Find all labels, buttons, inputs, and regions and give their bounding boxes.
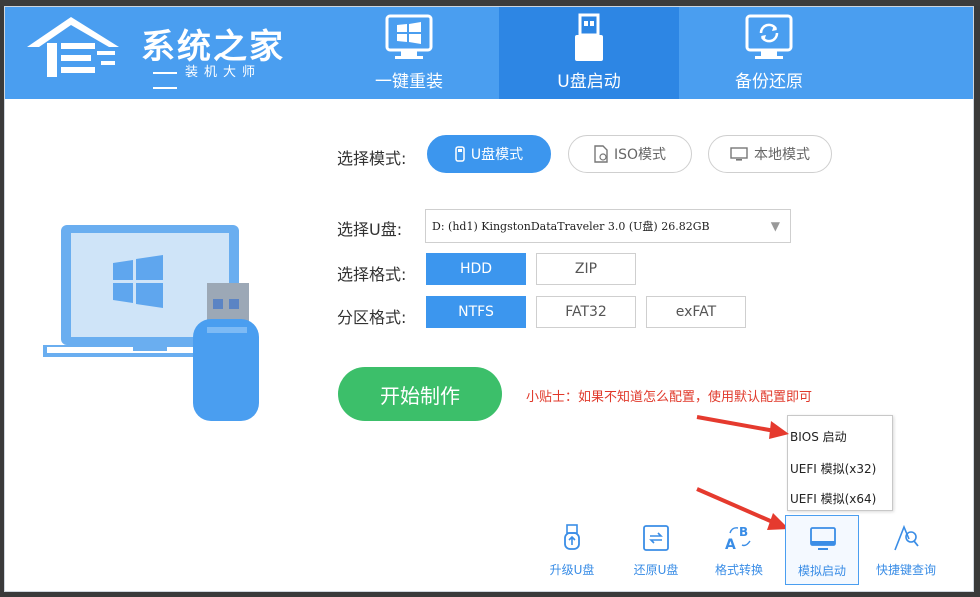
tool-label: 升级U盘 — [549, 563, 595, 577]
search-icon — [894, 524, 919, 551]
format-zip-button[interactable]: ZIP — [536, 253, 636, 285]
restore-usb-icon — [643, 525, 669, 551]
simulate-boot-menu: BIOS 启动 UEFI 模拟(x32) UEFI 模拟(x64) — [787, 415, 893, 511]
usb-icon — [455, 146, 465, 162]
start-button[interactable]: 开始制作 — [338, 367, 502, 421]
tab-label: 备份还原 — [735, 72, 803, 92]
header-bar: 系统之家 装机大师 一键重装 U盘启动 备份还原 — [5, 7, 973, 99]
mode-usb-label: U盘模式 — [470, 147, 524, 163]
house-logo-icon — [27, 17, 119, 77]
menu-item-bios[interactable]: BIOS 启动 — [788, 422, 892, 450]
disk-select[interactable]: D: (hd1) KingstonDataTraveler 3.0 (U盘) 2… — [425, 209, 791, 243]
monitor-icon — [810, 527, 836, 550]
svg-text:B: B — [739, 525, 748, 539]
tool-format-convert[interactable]: AB 格式转换 — [702, 515, 776, 585]
chevron-down-icon: ▼ — [770, 219, 780, 233]
partition-exfat-button[interactable]: exFAT — [646, 296, 746, 328]
tool-upgrade-usb[interactable]: 升级U盘 — [535, 515, 609, 585]
mode-local-button[interactable]: 本地模式 — [708, 135, 832, 173]
pointer-arrow-icon — [696, 415, 789, 439]
disk-select-value: D: (hd1) KingstonDataTraveler 3.0 (U盘) 2… — [432, 220, 710, 233]
windows-monitor-icon — [385, 14, 433, 59]
tool-simulate-boot[interactable]: 模拟启动 — [785, 515, 859, 585]
backup-restore-icon — [745, 14, 793, 59]
menu-item-uefi-x64[interactable]: UEFI 模拟(x64) — [788, 484, 892, 512]
app-logo: 系统之家 装机大师 — [19, 13, 289, 83]
tool-label: 还原U盘 — [633, 563, 679, 577]
mode-label: 选择模式: — [337, 149, 407, 168]
format-label: 选择格式: — [337, 265, 407, 284]
partition-fat32-button[interactable]: FAT32 — [536, 296, 636, 328]
mode-local-label: 本地模式 — [754, 147, 810, 163]
app-subtitle: 装机大师 — [145, 61, 289, 95]
menu-item-uefi-x32[interactable]: UEFI 模拟(x32) — [788, 454, 892, 482]
tip-text: 小贴士：如果不知道怎么配置，使用默认配置即可 — [526, 390, 813, 405]
partition-ntfs-button[interactable]: NTFS — [426, 296, 526, 328]
format-hdd-button[interactable]: HDD — [426, 253, 526, 285]
svg-text:A: A — [725, 537, 736, 553]
tab-reinstall[interactable]: 一键重装 — [319, 7, 499, 99]
partition-label: 分区格式: — [337, 308, 407, 327]
laptop-usb-illustration — [43, 225, 259, 421]
mode-usb-button[interactable]: U盘模式 — [427, 135, 551, 173]
usb-drive-icon — [575, 13, 603, 61]
format-convert-icon: AB — [725, 525, 751, 553]
iso-file-icon — [594, 145, 608, 163]
tab-backup-restore[interactable]: 备份还原 — [679, 7, 859, 99]
tool-hotkey-query[interactable]: 快捷键查询 — [869, 515, 943, 585]
app-window: 系统之家 装机大师 一键重装 U盘启动 备份还原 选择模式: U盘模式 ISO模… — [4, 6, 974, 592]
mode-iso-button[interactable]: ISO模式 — [568, 135, 692, 173]
mode-iso-label: ISO模式 — [613, 147, 667, 163]
tab-label: 一键重装 — [375, 72, 443, 92]
tool-restore-usb[interactable]: 还原U盘 — [619, 515, 693, 585]
tool-label: 格式转换 — [714, 563, 763, 577]
disk-label: 选择U盘: — [337, 220, 403, 239]
tool-label: 快捷键查询 — [875, 563, 936, 577]
tab-usb-boot[interactable]: U盘启动 — [499, 7, 679, 99]
tab-label: U盘启动 — [557, 72, 621, 92]
monitor-icon — [730, 147, 748, 161]
tool-label: 模拟启动 — [797, 564, 846, 578]
usb-upgrade-icon — [564, 524, 580, 550]
